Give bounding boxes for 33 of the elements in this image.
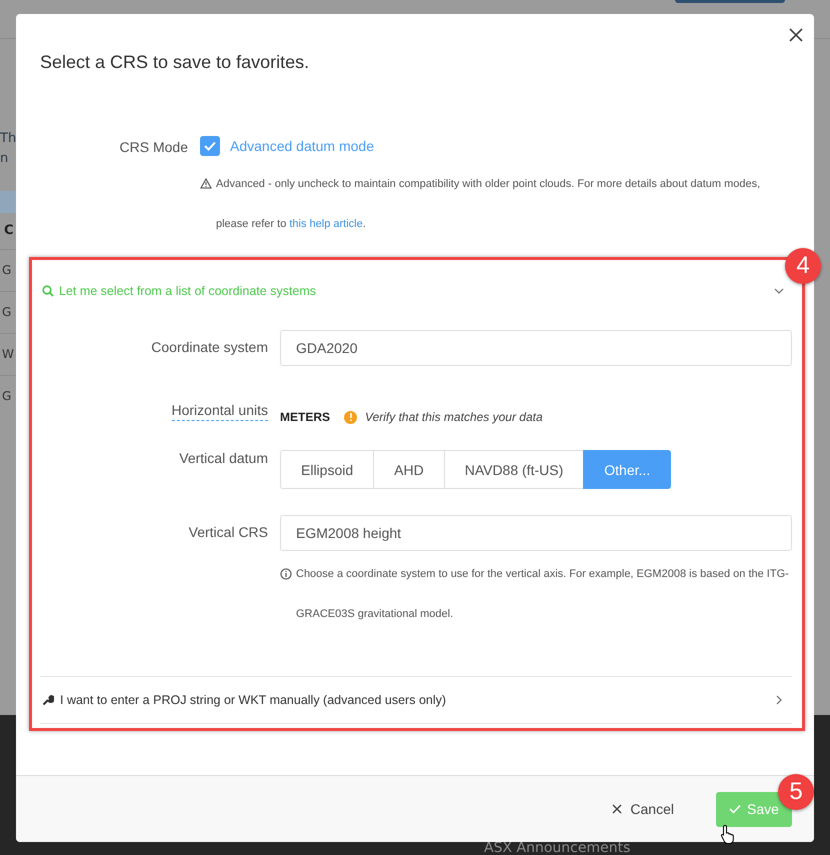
coordinate-system-field[interactable]: GDA2020 [280,330,792,366]
field-label: CRS Mode [118,138,188,157]
warning-text: Verify that this matches your data [365,410,543,424]
datum-option[interactable]: NAVD88 (ft-US) [444,450,584,489]
page-text: n [0,150,10,168]
dialog-title: Select a CRS to save to favorites. [40,51,310,74]
step-badge: 5 [778,774,814,810]
table-header: C [3,222,15,240]
help-text: Choose a coordinate system to use for the vertical axis. For example, EGM2008 is based on the ITG-GRACE03S gravitational model. [296,567,790,622]
footer-link[interactable]: ASX Announcements [484,840,630,855]
close-icon[interactable] [789,28,803,42]
warning-icon [200,178,212,189]
field-label: Vertical datum [179,450,268,466]
field-label: Vertical CRS [188,524,268,540]
warning-icon [344,410,358,424]
datum-option[interactable]: Ellipsoid [280,450,374,489]
page-text: Th [0,130,16,148]
units-value: METERS [280,410,330,424]
vertical-crs-field[interactable]: EGM2008 height [280,515,792,551]
section-header[interactable]: I want to enter a PROJ string or WKT manually (advanced users only) [40,676,792,723]
note-text: Advanced - only uncheck to maintain compatibility with older point clouds. For more details about datum modes, please refer to this help article. [216,177,762,232]
search-icon [42,285,54,297]
check-icon [204,141,216,151]
field-label: Coordinate system [151,339,268,355]
step-badge: 4 [785,248,821,284]
field-label: Horizontal units [172,402,268,421]
checkbox[interactable] [200,136,220,156]
close-icon [612,804,622,814]
info-icon [280,568,292,580]
cancel-button[interactable]: Cancel [606,800,680,818]
wrench-icon [42,694,54,706]
check-icon [729,804,742,814]
datum-option[interactable]: AHD [373,450,445,489]
